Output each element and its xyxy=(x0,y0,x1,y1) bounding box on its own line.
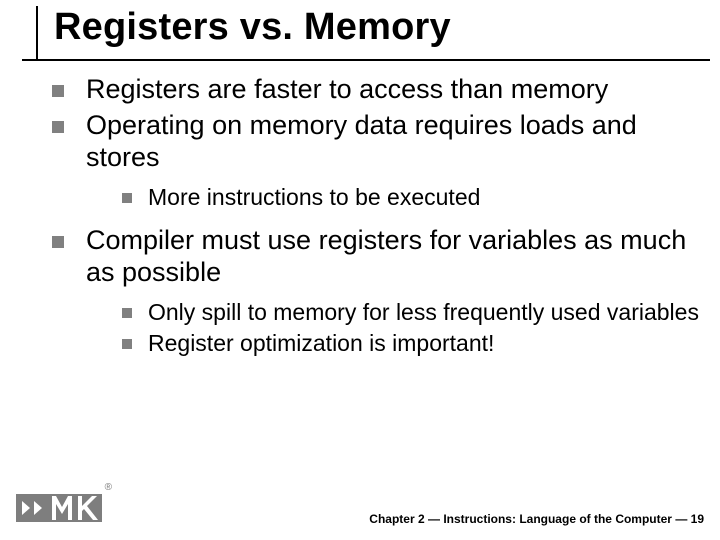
list-item: Operating on memory data requires loads … xyxy=(52,110,700,211)
registered-trademark-icon: ® xyxy=(105,482,112,493)
title-vertical-rule xyxy=(36,6,38,60)
slide-footer: ® Chapter 2 — Instructions: Language of … xyxy=(16,488,704,528)
square-bullet-icon xyxy=(122,193,132,203)
square-bullet-icon xyxy=(52,121,64,133)
list-item: Compiler must use registers for variable… xyxy=(52,225,700,358)
footer-chapter-text: Chapter 2 — Instructions: Language of th… xyxy=(369,512,704,528)
list-item: More instructions to be executed xyxy=(122,184,700,212)
bullet-text: Registers are faster to access than memo… xyxy=(86,74,700,106)
bullet-text: More instructions to be executed xyxy=(148,184,700,212)
slide-title-bar: Registers vs. Memory xyxy=(22,6,710,61)
list-item: Register optimization is important! xyxy=(122,330,700,358)
square-bullet-icon xyxy=(122,308,132,318)
square-bullet-icon xyxy=(52,85,64,97)
bullet-text: Register optimization is important! xyxy=(148,330,700,358)
publisher-logo: ® xyxy=(16,488,102,528)
square-bullet-icon xyxy=(52,236,64,248)
bullet-text: Compiler must use registers for variable… xyxy=(86,225,700,289)
bullet-text: Only spill to memory for less frequently… xyxy=(148,299,700,327)
bullet-text: Operating on memory data requires loads … xyxy=(86,110,700,174)
list-item: Only spill to memory for less frequently… xyxy=(122,299,700,327)
slide-title: Registers vs. Memory xyxy=(22,6,710,59)
square-bullet-icon xyxy=(122,339,132,349)
slide-body: Registers are faster to access than memo… xyxy=(52,74,700,372)
list-item: Registers are faster to access than memo… xyxy=(52,74,700,106)
